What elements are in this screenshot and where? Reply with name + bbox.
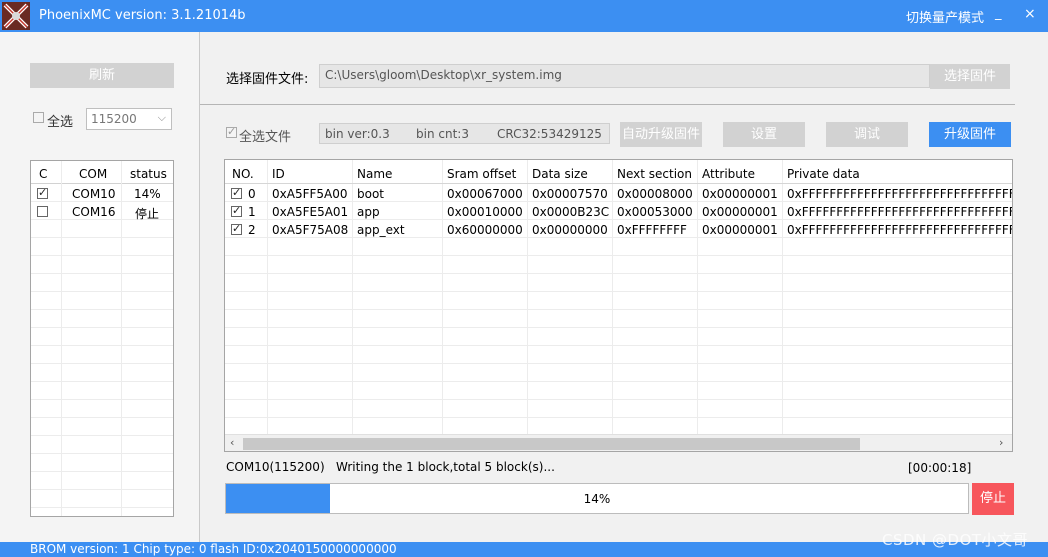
watermark: CSDN @DOT小文哥: [882, 531, 1029, 549]
horizontal-scrollbar[interactable]: ‹ ›: [225, 434, 1012, 451]
column-header-check: C: [39, 167, 48, 181]
baud-rate-select[interactable]: 115200 ⌵: [86, 108, 172, 130]
row-id: 0xA5F75A08: [272, 223, 349, 237]
row-next-section: 0x00008000: [617, 187, 693, 201]
row-sram-offset: 0x00067000: [447, 187, 523, 201]
table-row[interactable]: COM10 14%: [31, 185, 173, 203]
auto-upgrade-button[interactable]: 自动升级固件: [620, 122, 702, 147]
row-attribute: 0x00000001: [702, 205, 778, 219]
debug-button[interactable]: 调试: [826, 122, 908, 147]
row-attribute: 0x00000001: [702, 187, 778, 201]
column-header-attribute: Attribute: [702, 167, 755, 181]
row-id: 0xA5FE5A01: [272, 205, 349, 219]
select-all-ports-label: 全选: [47, 115, 74, 130]
port-table-header: C COM status: [31, 161, 173, 184]
upgrade-firmware-button[interactable]: 升级固件: [929, 122, 1011, 147]
row-private-data: 0xFFFFFFFFFFFFFFFFFFFFFFFFFFFFFFFF: [787, 223, 1013, 237]
progress-label: 14%: [583, 492, 611, 506]
elapsed-time: [00:00:18]: [908, 461, 972, 475]
row-number: 2: [248, 223, 256, 237]
settings-button[interactable]: 设置: [723, 122, 805, 147]
select-all-ports-checkbox[interactable]: [33, 112, 44, 123]
progress-bar: 14%: [225, 483, 969, 514]
baud-rate-value: 115200: [91, 112, 137, 126]
row-id: 0xA5FF5A00: [272, 187, 348, 201]
column-header-data-size: Data size: [532, 167, 588, 181]
row-data-size: 0x0000B23C: [532, 205, 610, 219]
port-status: 停止: [135, 207, 160, 221]
table-row[interactable]: 2 0xA5F75A08 app_ext 0x60000000 0x000000…: [225, 221, 1012, 239]
port-status: 14%: [134, 187, 161, 201]
close-button[interactable]: ×: [1024, 6, 1036, 22]
row-name: app_ext: [357, 223, 405, 237]
row-sram-offset: 0x00010000: [447, 205, 523, 219]
column-header-name: Name: [357, 167, 393, 181]
bin-count: bin cnt:3: [416, 127, 469, 141]
row-sram-offset: 0x60000000: [447, 223, 523, 237]
switch-production-mode-button[interactable]: 切换量产模式: [906, 7, 984, 26]
firmware-table: NO. ID Name Sram offset Data size Next s…: [224, 159, 1013, 452]
status-message: Writing the 1 block,total 5 block(s)...: [336, 460, 555, 474]
section-divider: [200, 104, 1015, 105]
app-logo-icon: [2, 2, 30, 30]
file-checkbox[interactable]: [231, 222, 242, 235]
port-table: C COM status COM10 14% COM16 停止: [30, 160, 174, 517]
table-row[interactable]: 0 0xA5FF5A00 boot 0x00067000 0x00007570 …: [225, 185, 1012, 203]
row-name: boot: [357, 187, 385, 201]
scroll-left-icon[interactable]: ‹: [230, 436, 234, 449]
scroll-right-icon[interactable]: ›: [999, 436, 1003, 449]
port-checkbox[interactable]: [37, 206, 48, 217]
port-name: COM10: [72, 187, 116, 201]
row-data-size: 0x00007570: [532, 187, 608, 201]
row-number: 0: [248, 187, 256, 201]
column-header-id: ID: [272, 167, 285, 181]
row-attribute: 0x00000001: [702, 223, 778, 237]
firmware-path-field[interactable]: C:\Users\gloom\Desktop\xr_system.img: [319, 64, 930, 88]
port-name: COM16: [72, 205, 116, 219]
device-info: BROM version: 1 Chip type: 0 flash ID:0x…: [30, 542, 397, 556]
choose-firmware-button[interactable]: 选择固件: [930, 64, 1010, 89]
table-row[interactable]: COM16 停止: [31, 203, 173, 221]
window-title: PhoenixMC version: 3.1.21014b: [39, 8, 246, 23]
column-header-sram-offset: Sram offset: [447, 167, 517, 181]
select-all-files-checkbox[interactable]: [226, 125, 237, 138]
row-number: 1: [248, 205, 256, 219]
active-port-label: COM10(115200): [226, 460, 325, 474]
column-header-private-data: Private data: [787, 167, 860, 181]
title-bar: PhoenixMC version: 3.1.21014b 切换量产模式 _ ×: [0, 0, 1048, 32]
minimize-button[interactable]: _: [995, 6, 1002, 21]
chevron-down-icon: ⌵: [157, 111, 166, 124]
row-name: app: [357, 205, 380, 219]
column-header-status: status: [130, 167, 167, 181]
file-checkbox[interactable]: [231, 186, 242, 199]
firmware-info-field: bin ver:0.3 bin cnt:3 CRC32:53429125: [319, 123, 610, 144]
port-checkbox[interactable]: [37, 186, 48, 199]
firmware-file-label: 选择固件文件:: [226, 72, 309, 87]
row-data-size: 0x00000000: [532, 223, 608, 237]
select-all-files-label: 全选文件: [239, 130, 292, 145]
row-private-data: 0xFFFFFFFFFFFFFFFFFFFFFFFFFFFFFFFF: [787, 205, 1013, 219]
bin-version: bin ver:0.3: [325, 127, 390, 141]
stop-button[interactable]: 停止: [972, 483, 1014, 515]
scrollbar-thumb[interactable]: [243, 438, 860, 450]
crc-value: CRC32:53429125: [497, 127, 602, 141]
column-header-com: COM: [79, 167, 108, 181]
row-next-section: 0x00053000: [617, 205, 693, 219]
column-header-next-section: Next section: [617, 167, 692, 181]
row-next-section: 0xFFFFFFFF: [617, 223, 687, 237]
file-checkbox[interactable]: [231, 204, 242, 217]
refresh-button[interactable]: 刷新: [30, 63, 174, 88]
row-private-data: 0xFFFFFFFFFFFFFFFFFFFFFFFFFFFFFFFF: [787, 187, 1013, 201]
column-header-no: NO.: [232, 167, 254, 181]
table-row[interactable]: 1 0xA5FE5A01 app 0x00010000 0x0000B23C 0…: [225, 203, 1012, 221]
firmware-table-header: NO. ID Name Sram offset Data size Next s…: [225, 160, 1012, 183]
